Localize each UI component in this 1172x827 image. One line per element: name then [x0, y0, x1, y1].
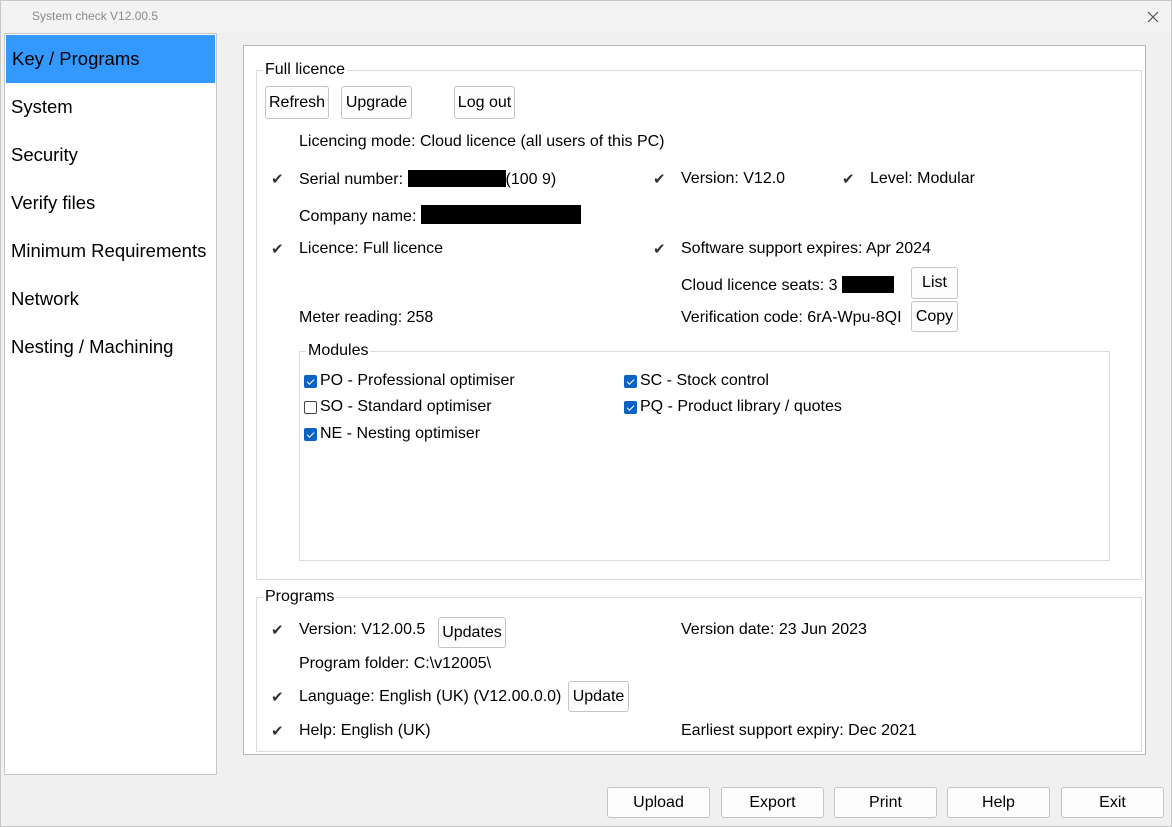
title-bar: System check V12.00.5: [1, 1, 1171, 33]
checkmark-icon: ✔: [271, 241, 284, 258]
sidebar-item-nesting-machining[interactable]: Nesting / Machining: [5, 323, 216, 371]
sidebar-item-verify-files[interactable]: Verify files: [5, 179, 216, 227]
update-language-button[interactable]: Update: [568, 681, 629, 712]
programs-legend: Programs: [263, 588, 337, 606]
sidebar-item-network[interactable]: Network: [5, 275, 216, 323]
sidebar-item-key-programs[interactable]: Key / Programs: [6, 35, 215, 83]
module-checkbox-sc[interactable]: [624, 375, 637, 388]
serial-redaction: [407, 170, 506, 187]
programs-group: Programs ✔ Version: V12.00.5 Updates Ver…: [256, 588, 1142, 752]
language-text: Language: English (UK) (V12.00.0.0): [299, 688, 562, 705]
module-label-sc: SC - Stock control: [640, 372, 769, 389]
module-label-po: PO - Professional optimiser: [320, 372, 515, 389]
upgrade-button[interactable]: Upgrade: [341, 86, 412, 119]
copy-button[interactable]: Copy: [911, 301, 958, 332]
module-checkbox-po[interactable]: [304, 375, 317, 388]
module-checkbox-ne[interactable]: [304, 428, 317, 441]
module-label-ne: NE - Nesting optimiser: [320, 425, 481, 442]
checkmark-icon: ✔: [653, 171, 666, 188]
version-date-text: Version date: 23 Jun 2023: [681, 621, 867, 638]
program-version-text: Version: V12.00.5: [299, 621, 426, 638]
modules-legend: Modules: [306, 342, 371, 360]
checkmark-icon: ✔: [842, 171, 855, 188]
checkmark-icon: ✔: [271, 622, 284, 639]
module-checkbox-so[interactable]: [304, 401, 317, 414]
serial-number-label: Serial number:: [299, 171, 404, 188]
serial-number-suffix: (100 9): [505, 171, 557, 188]
list-button[interactable]: List: [911, 267, 958, 299]
company-name-label: Company name:: [299, 208, 417, 225]
modules-group: Modules PO - Professional optimiser SO -…: [299, 342, 1110, 561]
company-redaction: [420, 205, 581, 224]
checkmark-icon: ✔: [271, 171, 284, 188]
version-text: Version: V12.0: [681, 170, 786, 187]
print-button[interactable]: Print: [834, 787, 937, 818]
module-label-so: SO - Standard optimiser: [320, 398, 492, 415]
system-check-window: System check V12.00.5 Key / Programs Sys…: [0, 0, 1172, 827]
sidebar: Key / Programs System Security Verify fi…: [4, 33, 217, 775]
company-name-text: Company name:: [299, 205, 581, 226]
checkmark-icon: ✔: [653, 241, 666, 258]
content-panel: Full licence Refresh Upgrade Log out Lic…: [243, 45, 1146, 755]
help-language-text: Help: English (UK): [299, 722, 431, 739]
module-checkbox-pq[interactable]: [624, 401, 637, 414]
module-label-pq: PQ - Product library / quotes: [640, 398, 842, 415]
sidebar-item-minimum-requirements[interactable]: Minimum Requirements: [5, 227, 216, 275]
window-title: System check V12.00.5: [32, 9, 159, 23]
checkmark-icon: ✔: [271, 723, 284, 740]
full-licence-group: Full licence Refresh Upgrade Log out Lic…: [256, 61, 1142, 580]
sidebar-item-security[interactable]: Security: [5, 131, 216, 179]
earliest-support-text: Earliest support expiry: Dec 2021: [681, 722, 917, 739]
program-folder-text: Program folder: C:\v12005\: [299, 655, 492, 672]
refresh-button[interactable]: Refresh: [265, 86, 329, 119]
cloud-seats-label: Cloud licence seats: 3: [681, 277, 838, 294]
level-text: Level: Modular: [870, 170, 975, 187]
close-icon: [1147, 11, 1159, 23]
full-licence-legend: Full licence: [263, 61, 348, 79]
exit-button[interactable]: Exit: [1061, 787, 1164, 818]
checkmark-icon: ✔: [271, 689, 284, 706]
log-out-button[interactable]: Log out: [454, 86, 515, 119]
meter-reading-text: Meter reading: 258: [299, 309, 434, 326]
seats-redaction: [841, 276, 894, 293]
verification-code-text: Verification code: 6rA-Wpu-8QI: [681, 309, 902, 326]
sidebar-item-system[interactable]: System: [5, 83, 216, 131]
help-button[interactable]: Help: [947, 787, 1050, 818]
export-button[interactable]: Export: [721, 787, 824, 818]
licencing-mode-text: Licencing mode: Cloud licence (all users…: [299, 133, 665, 150]
updates-button[interactable]: Updates: [438, 617, 506, 648]
close-button[interactable]: [1139, 3, 1167, 31]
serial-number-text: Serial number: (100 9): [299, 170, 556, 189]
support-expires-text: Software support expires: Apr 2024: [681, 240, 931, 257]
upload-button[interactable]: Upload: [607, 787, 710, 818]
licence-text: Licence: Full licence: [299, 240, 444, 257]
cloud-seats-text: Cloud licence seats: 3: [681, 276, 894, 295]
